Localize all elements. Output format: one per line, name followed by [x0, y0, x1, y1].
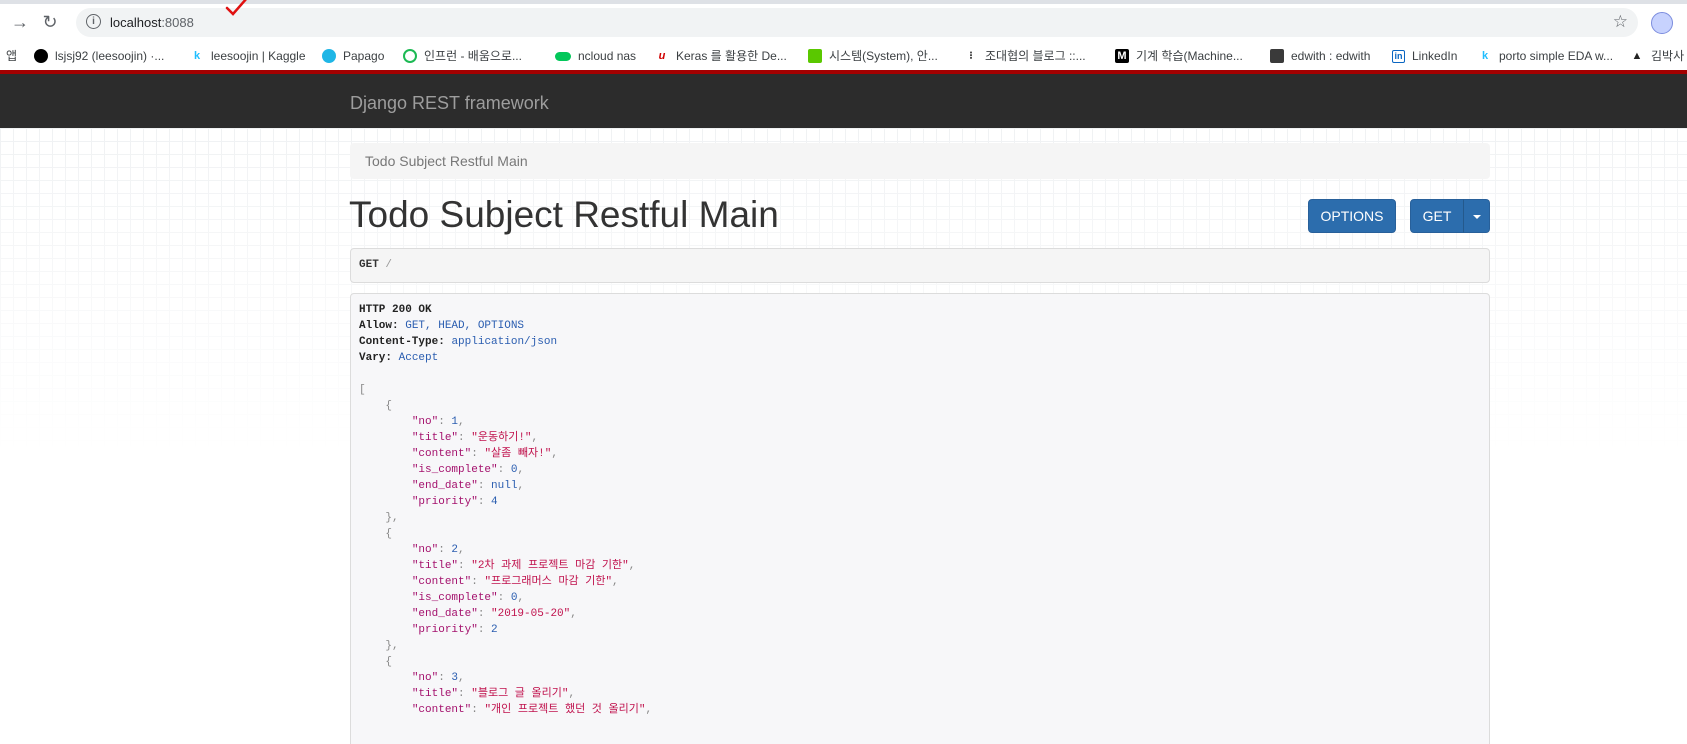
- item-end-date: "2019-05-20": [491, 608, 571, 620]
- bookmark-linkedin[interactable]: in LinkedIn: [1392, 46, 1457, 66]
- get-format-dropdown-button[interactable]: [1463, 199, 1490, 233]
- item-content: "개인 프로젝트 했던 것 올리기": [484, 704, 646, 716]
- item-content: "살좀 빼자!": [484, 448, 552, 460]
- kaggle-icon: k: [1481, 50, 1489, 62]
- bookmark-inflearn[interactable]: 인프런 - 배움으로...: [403, 46, 522, 66]
- item-priority: 4: [491, 496, 498, 508]
- bookmark-tistory[interactable]: ⁝ 조대협의 블로그 ::...: [964, 46, 1085, 66]
- bookmark-star-icon[interactable]: ☆: [1613, 12, 1628, 32]
- edwith-icon: [1270, 49, 1284, 63]
- kaggle-icon: k: [193, 50, 201, 62]
- request-method: GET: [359, 259, 379, 271]
- bookmark-papago[interactable]: Papago: [322, 46, 384, 66]
- inflearn-icon: [403, 49, 417, 63]
- bookmark-kim[interactable]: ▲ 김박사: [1630, 46, 1685, 66]
- options-button[interactable]: OPTIONS: [1308, 199, 1396, 233]
- bookmark-ncloud[interactable]: ncloud nas: [555, 46, 636, 66]
- github-icon: [34, 49, 48, 63]
- graduation-cap-icon: ▲: [1631, 50, 1643, 62]
- red-checkmark-annotation: [225, 0, 247, 16]
- bookmark-apps[interactable]: 앱: [6, 46, 17, 66]
- bookmark-keras[interactable]: u Keras 를 활용한 De...: [655, 46, 787, 66]
- header-name: Allow:: [359, 320, 399, 332]
- item-title: "2차 과제 프로젝트 마감 기한": [471, 560, 629, 572]
- page-title: Todo Subject Restful Main: [349, 194, 779, 235]
- papago-icon: [322, 49, 336, 63]
- bookmark-github[interactable]: lsjsj92 (leesoojin) ·...: [34, 46, 164, 66]
- bookmark-porto-eda[interactable]: k porto simple EDA w...: [1478, 46, 1613, 66]
- tistory-icon: ⁝: [969, 50, 973, 62]
- blog-icon: [808, 49, 822, 63]
- reload-icon[interactable]: ↻: [40, 12, 60, 32]
- response-info: HTTP 200 OK Allow: GET, HEAD, OPTIONS Co…: [350, 293, 1490, 744]
- medium-icon: M: [1115, 49, 1129, 63]
- bookmark-kaggle[interactable]: k leesoojin | Kaggle: [190, 46, 306, 66]
- browser-toolbar: → ↻ i localhost:8088 ☆: [0, 0, 1687, 42]
- bookmark-edwith[interactable]: edwith : edwith: [1270, 46, 1370, 66]
- linkedin-icon: in: [1392, 49, 1405, 63]
- breadcrumb-current[interactable]: Todo Subject Restful Main: [365, 153, 528, 169]
- forward-icon[interactable]: →: [10, 12, 30, 32]
- caret-down-icon: [1472, 215, 1481, 220]
- top-navbar: Django REST framework: [0, 70, 1687, 128]
- breadcrumb: Todo Subject Restful Main: [350, 143, 1490, 179]
- address-bar[interactable]: i localhost:8088 ☆: [76, 8, 1638, 37]
- info-icon[interactable]: i: [86, 14, 101, 29]
- profile-avatar-icon[interactable]: [1651, 12, 1673, 34]
- bookmark-machine-learning[interactable]: M 기계 학습(Machine...: [1115, 46, 1243, 66]
- drf-page: Django REST framework Todo Subject Restf…: [0, 70, 1687, 744]
- response-status: HTTP 200 OK: [359, 304, 432, 316]
- item-end-date: null: [491, 480, 518, 492]
- item-priority: 2: [491, 624, 498, 636]
- header-name: Content-Type:: [359, 336, 445, 348]
- header-value: GET, HEAD, OPTIONS: [405, 320, 525, 332]
- navbar-brand[interactable]: Django REST framework: [350, 93, 549, 114]
- header-value: application/json: [451, 336, 558, 348]
- request-info: GET /: [350, 248, 1490, 283]
- header-name: Vary:: [359, 352, 393, 364]
- tab-strip: [0, 0, 1687, 4]
- header-value: Accept: [398, 352, 439, 364]
- url-text[interactable]: localhost:8088: [110, 15, 194, 30]
- item-title: "운동하기!": [471, 432, 532, 444]
- item-title: "블로그 글 올리기": [471, 688, 569, 700]
- request-path: /: [385, 259, 393, 271]
- bookmarks-bar: 앱 lsjsj92 (leesoojin) ·... k leesoojin |…: [0, 42, 1687, 70]
- bookmark-system[interactable]: 시스템(System), 안...: [808, 46, 938, 66]
- keras-icon: u: [658, 50, 666, 62]
- get-button[interactable]: GET: [1410, 199, 1464, 233]
- ncloud-icon: [555, 51, 571, 61]
- item-content: "프로그래머스 마감 기한": [484, 576, 613, 588]
